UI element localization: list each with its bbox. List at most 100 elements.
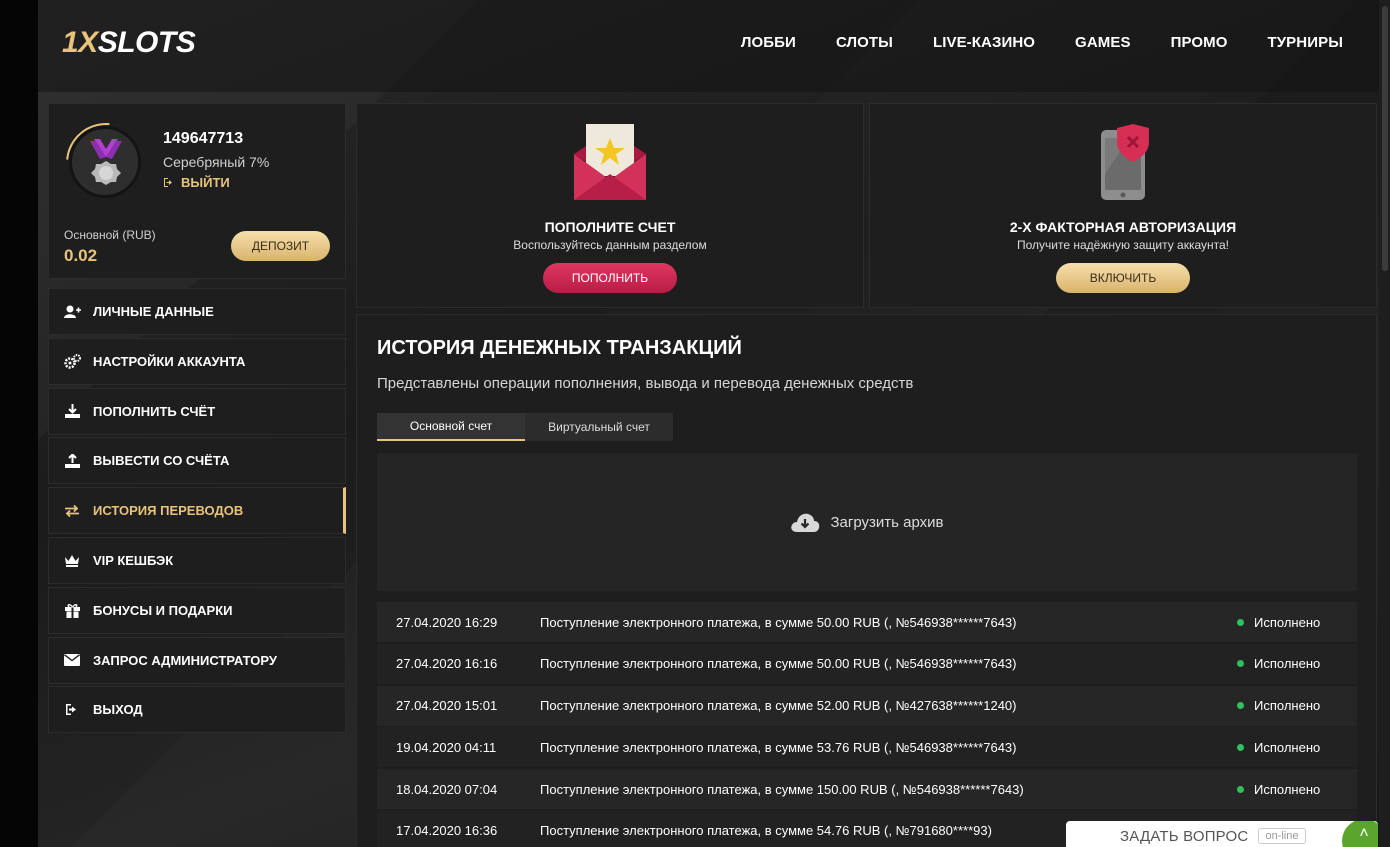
deposit-card-subtitle: Воспользуйтесь данным разделом [513, 238, 707, 252]
transaction-datetime: 27.04.2020 16:16 [396, 656, 498, 672]
sidebar-item-transfer-history[interactable]: ИСТОРИЯ ПЕРЕВОДОВ [48, 487, 346, 535]
deposit-promo-card: ПОПОЛНИТЕ СЧЕТ Воспользуйтесь данным раз… [356, 103, 864, 308]
nav-slots[interactable]: СЛОТЫ [836, 34, 893, 51]
sidebar-item-personal-data[interactable]: ЛИЧНЫЕ ДАННЫЕ [48, 288, 346, 335]
crown-icon [63, 552, 81, 568]
transaction-status: Исполнено [1237, 740, 1357, 755]
nav-lobby[interactable]: ЛОББИ [741, 34, 796, 51]
logout-label: ВЫЙТИ [181, 175, 230, 190]
nav-games[interactable]: GAMES [1075, 34, 1131, 51]
ask-question-widget[interactable]: ЗАДАТЬ ВОПРОС on-line ˄ [1066, 821, 1378, 847]
page-title: ИСТОРИЯ ДЕНЕЖНЫХ ТРАНЗАКЦИЙ [377, 337, 742, 359]
nav-live-casino[interactable]: LIVE-КАЗИНО [933, 34, 1035, 51]
sidebar-item-label: ВЫХОД [93, 702, 143, 718]
sidebar-item-exit[interactable]: ВЫХОД [48, 686, 346, 734]
transaction-datetime: 27.04.2020 15:01 [396, 698, 498, 714]
transaction-status: Исполнено [1237, 615, 1357, 630]
envelope-icon [63, 652, 81, 668]
status-dot-icon [1237, 785, 1244, 793]
sidebar-menu: ЛИЧНЫЕ ДАННЫЕ НАСТРОЙКИ АККАУНТА ПОПОЛНИ… [48, 288, 346, 736]
sidebar-item-label: ЛИЧНЫЕ ДАННЫЕ [93, 304, 214, 319]
transaction-datetime: 19.04.2020 04:11 [396, 739, 497, 755]
ask-question-label: ЗАДАТЬ ВОПРОС [1120, 827, 1249, 845]
user-plus-icon [63, 304, 81, 320]
nav-promo[interactable]: ПРОМО [1171, 34, 1228, 51]
sidebar-item-vip-cashback[interactable]: VIP КЕШБЭК [48, 536, 346, 584]
two-factor-promo-card: 2-Х ФАКТОРНАЯ АВТОРИЗАЦИЯ Получите надёж… [869, 103, 1377, 308]
status-label: Исполнено [1254, 614, 1321, 630]
online-badge: on-line [1258, 828, 1306, 844]
avatar [49, 106, 163, 220]
account-tabs: Основной счет Виртуальный счет [377, 413, 673, 441]
transaction-history-panel: ИСТОРИЯ ДЕНЕЖНЫХ ТРАНЗАКЦИЙ Представлены… [356, 314, 1377, 847]
table-row: 27.04.2020 16:29 Поступление электронног… [377, 602, 1357, 642]
status-label: Исполнено [1254, 656, 1321, 672]
transaction-status: Исполнено [1237, 698, 1357, 713]
status-dot-icon [1237, 618, 1244, 626]
chevron-up-icon[interactable]: ˄ [1342, 821, 1378, 847]
two-factor-card-title: 2-Х ФАКТОРНАЯ АВТОРИЗАЦИЯ [1009, 219, 1237, 235]
transaction-description: Поступление электронного платежа, в сумм… [540, 656, 1017, 672]
status-dot-icon [1237, 743, 1244, 751]
sidebar-item-label: VIP КЕШБЭК [93, 552, 174, 568]
profile-card: 149647713 Серебряный 7% ВЫЙТИ Основной (… [48, 103, 346, 279]
nav-tournaments[interactable]: ТУРНИРЫ [1267, 34, 1343, 51]
download-archive-button[interactable]: Загрузить архив [377, 453, 1357, 591]
sidebar-item-label: ПОПОЛНИТЬ СЧЁТ [93, 403, 216, 419]
deposit-button[interactable]: ДЕПОЗИТ [231, 231, 330, 261]
sidebar-item-account-settings[interactable]: НАСТРОЙКИ АККАУНТА [48, 337, 346, 385]
table-row: 27.04.2020 15:01 Поступление электронног… [377, 685, 1357, 726]
download-archive-label: Загрузить архив [830, 513, 944, 531]
sidebar-item-bonuses[interactable]: БОНУСЫ И ПОДАРКИ [48, 586, 346, 634]
header: 1X SLOTS ЛОББИ СЛОТЫ LIVE-КАЗИНО GAMES П… [38, 0, 1379, 92]
table-row: 19.04.2020 04:11 Поступление электронног… [377, 727, 1357, 768]
status-label: Исполнено [1254, 739, 1321, 755]
sidebar-item-admin-request[interactable]: ЗАПРОС АДМИНИСТРАТОРУ [48, 636, 346, 684]
transactions-list: 27.04.2020 16:29 Поступление электронног… [377, 602, 1357, 847]
enable-2fa-button[interactable]: ВКЛЮЧИТЬ [1056, 263, 1190, 293]
account-balance: 0.02 [64, 246, 98, 265]
transaction-description: Поступление электронного платежа, в сумм… [540, 739, 1017, 755]
logo-prefix: 1X [62, 26, 98, 59]
exchange-icon [63, 503, 81, 519]
brand-logo[interactable]: 1X SLOTS [62, 26, 196, 59]
envelope-star-icon [574, 124, 646, 200]
status-label: Исполнено [1254, 781, 1321, 797]
transaction-datetime: 17.04.2020 16:36 [396, 823, 498, 839]
main-nav: ЛОББИ СЛОТЫ LIVE-КАЗИНО GAMES ПРОМО ТУРН… [741, 34, 1343, 51]
tab-virtual-account[interactable]: Виртуальный счет [525, 413, 673, 441]
page-subtitle: Представлены операции пополнения, вывода… [377, 375, 914, 392]
sidebar-item-deposit[interactable]: ПОПОЛНИТЬ СЧЁТ [48, 387, 346, 435]
medal-icon [90, 139, 122, 185]
gift-icon [63, 602, 81, 618]
transaction-status: Исполнено [1237, 656, 1357, 671]
sidebar-item-label: БОНУСЫ И ПОДАРКИ [93, 602, 233, 618]
deposit-card-title: ПОПОЛНИТЕ СЧЕТ [544, 219, 676, 235]
sidebar-item-label: НАСТРОЙКИ АККАУНТА [93, 353, 246, 369]
cloud-download-icon [791, 513, 820, 532]
sidebar-item-withdraw[interactable]: ВЫВЕСТИ СО СЧЁТА [48, 437, 346, 485]
sign-out-icon [164, 178, 172, 187]
scrollbar-thumb[interactable] [1382, 6, 1388, 271]
tab-main-account[interactable]: Основной счет [377, 413, 525, 441]
transaction-description: Поступление электронного платежа, в сумм… [540, 698, 1017, 714]
logout-link[interactable]: ВЫЙТИ [163, 175, 230, 190]
transaction-status: Исполнено [1237, 782, 1357, 797]
two-factor-card-subtitle: Получите надёжную защиту аккаунта! [1016, 238, 1229, 252]
window-left-edge [0, 0, 38, 847]
sidebar-item-label: ВЫВЕСТИ СО СЧЁТА [93, 453, 230, 469]
transaction-description: Поступление электронного платежа, в сумм… [540, 614, 1017, 630]
top-up-button[interactable]: ПОПОЛНИТЬ [543, 263, 677, 293]
transaction-datetime: 18.04.2020 07:04 [396, 781, 498, 797]
table-row: 18.04.2020 07:04 Поступление электронног… [377, 769, 1357, 810]
status-dot-icon [1237, 702, 1244, 710]
transaction-description: Поступление электронного платежа, в сумм… [540, 781, 1024, 797]
gears-icon [63, 353, 81, 369]
status-dot-icon [1237, 660, 1244, 668]
upload-icon [63, 453, 81, 469]
scrollbar[interactable] [1379, 0, 1390, 847]
account-label: Основной (RUB) [64, 228, 156, 242]
sidebar-item-label: ЗАПРОС АДМИНИСТРАТОРУ [93, 652, 277, 668]
status-label: Исполнено [1254, 698, 1321, 714]
logo-suffix: SLOTS [97, 26, 196, 59]
